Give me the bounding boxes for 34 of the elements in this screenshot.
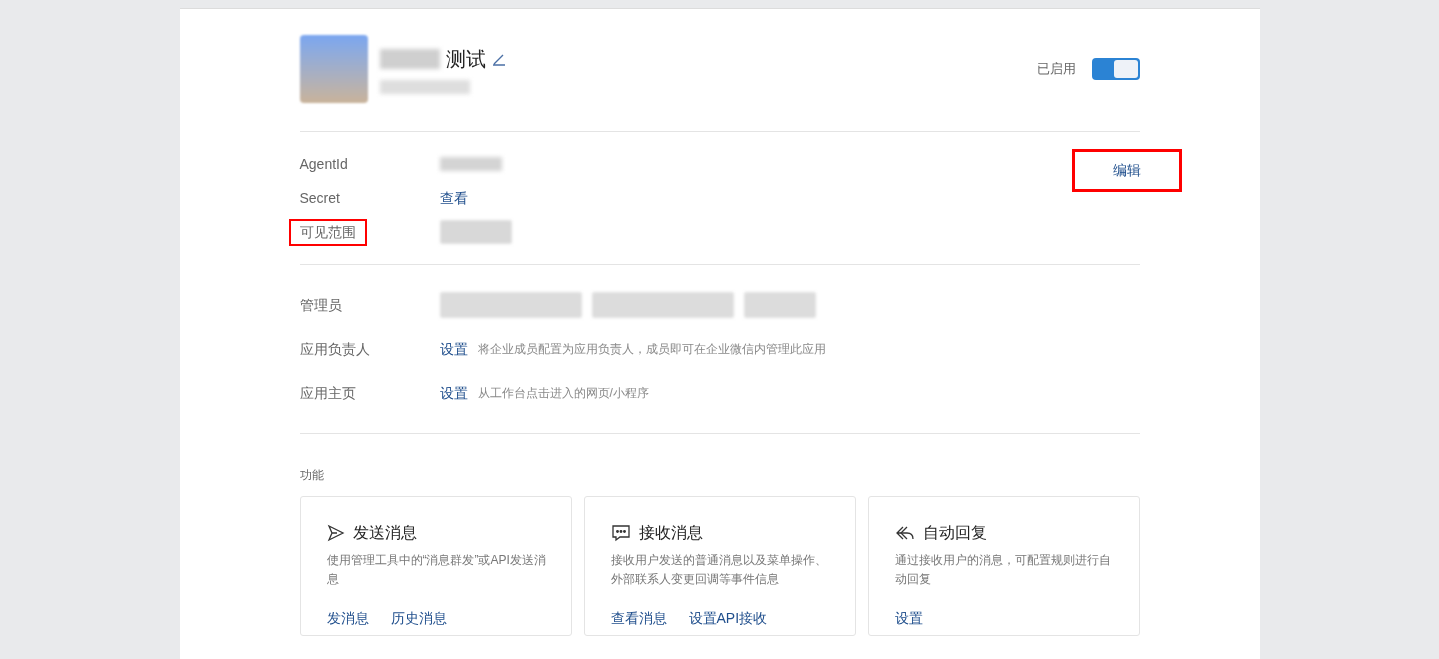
card-link[interactable]: 历史消息 xyxy=(390,608,447,629)
edit-button[interactable]: 编辑 xyxy=(1071,149,1182,192)
field-label: 应用主页 xyxy=(299,383,357,403)
card-title: 发送消息 xyxy=(352,523,417,543)
field-label: 可见范围 xyxy=(288,218,367,246)
settings-link[interactable]: 设置 xyxy=(439,382,468,404)
app-name: 测试 xyxy=(445,47,486,72)
settings-link[interactable]: 设置 xyxy=(439,338,468,360)
chat-bubble-icon xyxy=(610,524,631,542)
field-label: Secret xyxy=(299,189,340,208)
hint-text: 从工作台点击进入的网页/小程序 xyxy=(477,385,649,402)
card-link[interactable]: 查看消息 xyxy=(610,608,667,629)
enable-toggle[interactable] xyxy=(1091,58,1140,80)
card-title: 自动回复 xyxy=(922,523,987,543)
redacted-block xyxy=(379,49,440,69)
field-label: 应用负责人 xyxy=(299,339,371,359)
view-secret-link[interactable]: 查看 xyxy=(439,187,468,209)
redacted-block xyxy=(439,157,502,171)
send-icon xyxy=(326,524,345,542)
field-label: 管理员 xyxy=(299,295,343,315)
card-link[interactable]: 设置 xyxy=(894,608,923,629)
edit-pencil-icon[interactable] xyxy=(491,52,506,66)
card-link[interactable]: 发消息 xyxy=(326,608,369,629)
app-logo-placeholder xyxy=(299,35,368,103)
card-description: 接收用户发送的普通消息以及菜单操作、外部联系人变更回调等事件信息 xyxy=(610,552,828,588)
field-label: AgentId xyxy=(299,155,348,174)
card-description: 通过接收用户的消息，可配置规则进行自动回复 xyxy=(894,552,1112,588)
status-label: 已启用 xyxy=(1036,60,1076,79)
card-description: 使用管理工具中的“消息群发”或API发送消息 xyxy=(326,552,547,588)
card-link[interactable]: 设置API接收 xyxy=(688,608,768,629)
card-title: 接收消息 xyxy=(638,523,703,543)
section-title: 功能 xyxy=(299,467,324,484)
hint-text: 将企业成员配置为应用负责人，成员即可在企业微信内管理此应用 xyxy=(477,341,826,358)
reply-arrow-icon xyxy=(894,524,915,542)
